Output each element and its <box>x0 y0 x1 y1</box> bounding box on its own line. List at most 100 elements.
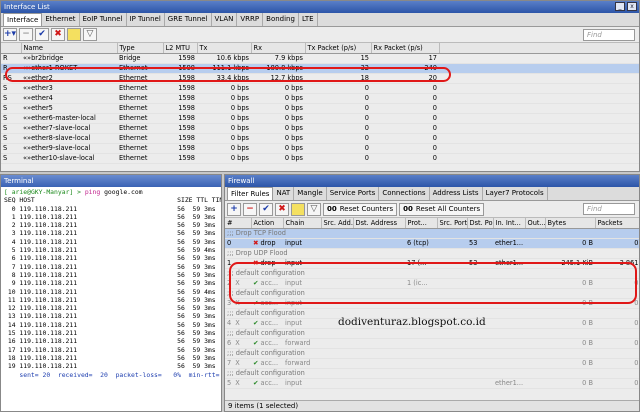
fw-filter-icon[interactable]: ▽ <box>307 202 321 216</box>
reset-counters-button[interactable]: 00 Reset Counters <box>323 202 398 216</box>
fw-column-header[interactable]: Dst. Port <box>467 218 494 229</box>
fw-tab-mangle[interactable]: Mangle <box>294 187 327 200</box>
tab-interface[interactable]: Interface <box>3 13 43 26</box>
fw-column-header[interactable]: Dst. Address <box>353 218 406 229</box>
fw-dst-cell <box>353 378 405 389</box>
column-header[interactable] <box>1 43 22 54</box>
interface-flag-cell: S <box>1 123 21 134</box>
fw-column-header[interactable]: Bytes <box>545 218 596 229</box>
tab-ethernet[interactable]: Ethernet <box>42 13 80 26</box>
fw-tab-filter-rules[interactable]: Filter Rules <box>227 187 274 200</box>
fw-action-cell: ✔ acc... <box>251 298 283 309</box>
fw-chain-cell: forward <box>283 338 321 349</box>
terminal-titlebar[interactable]: Terminal <box>1 175 221 187</box>
fw-comment-row: ;;; default configuration <box>225 288 639 299</box>
remove-button[interactable]: − <box>19 28 33 41</box>
fw-enable-button[interactable]: ✔ <box>259 202 273 216</box>
fw-rule-row[interactable]: 1 ✖ drop input 17 (... 53 ether1... 245.1 KiB 3 … <box>225 258 639 269</box>
fw-bytes-cell: 0 B <box>545 358 595 369</box>
fw-dport-cell: 53 <box>467 258 493 269</box>
interface-name-cell: «»ether10-slave-local <box>21 153 117 164</box>
terminal-window[interactable]: Terminal [ arie@GKY-Manyar] > ping googl… <box>0 174 222 412</box>
interface-mtu-cell: 1598 <box>163 143 197 154</box>
enable-button[interactable]: ✔ <box>35 28 49 41</box>
column-header[interactable]: Tx Packet (p/s) <box>305 43 372 54</box>
tab-vrrp[interactable]: VRRP <box>237 13 264 26</box>
add-button[interactable]: +▾ <box>3 28 17 41</box>
fw-column-header[interactable]: Prot... <box>405 218 438 229</box>
fw-rule-row[interactable]: 0 ✖ drop input 6 (tcp) 53 ether1... 0 B0 <box>225 238 639 249</box>
interface-row[interactable]: S «»ether3 Ethernet 1598 0 bps 0 bps 0 0 <box>1 83 639 94</box>
interface-row[interactable]: R «»br2bridge Bridge 1598 10.6 kbps 7.9 kbps 1… <box>1 53 639 64</box>
column-header[interactable]: Tx <box>197 43 252 54</box>
tab-eoip-tunnel[interactable]: EoIP Tunnel <box>80 13 127 26</box>
rule-number: 4 <box>227 318 232 327</box>
fw-disable-button[interactable]: ✖ <box>275 202 289 216</box>
fw-packets-cell: 0 <box>595 318 639 329</box>
column-header[interactable]: Type <box>117 43 164 54</box>
fw-column-header[interactable]: Chain <box>283 218 322 229</box>
interface-rxp-cell: 20 <box>371 73 439 84</box>
column-header[interactable]: Rx <box>251 43 306 54</box>
fw-rule-row[interactable]: 3 X ✔ acc... input 0 B0 <box>225 298 639 309</box>
firewall-titlebar[interactable]: Firewall <box>225 175 639 187</box>
fw-rule-row[interactable]: 7 X ✔ acc... forward 0 B0 <box>225 358 639 369</box>
fw-out-cell <box>525 318 545 329</box>
interface-list-titlebar[interactable]: Interface List _ x <box>1 1 639 13</box>
interface-row[interactable]: S «»ether7-slave-local Ethernet 1598 0 bps 0 … <box>1 123 639 134</box>
interface-row[interactable]: S «»ether4 Ethernet 1598 0 bps 0 bps 0 0 <box>1 93 639 104</box>
interface-name-cell: «»ether3 <box>21 83 117 94</box>
disable-button[interactable]: ✖ <box>51 28 65 41</box>
fw-tab-connections[interactable]: Connections <box>379 187 430 200</box>
fw-out-cell <box>525 258 545 269</box>
fw-column-header[interactable]: Packets <box>595 218 639 229</box>
fw-add-button[interactable]: + <box>227 202 241 216</box>
fw-chain-cell: input <box>283 298 321 309</box>
tab-ip-tunnel[interactable]: IP Tunnel <box>127 13 165 26</box>
fw-tab-layer7-protocols[interactable]: Layer7 Protocols <box>483 187 548 200</box>
fw-column-header[interactable]: Out... <box>525 218 546 229</box>
fw-rule-row[interactable]: 6 X ✔ acc... forward 0 B0 <box>225 338 639 349</box>
interface-row[interactable]: S «»ether6-master-local Ethernet 1598 0 bps 0… <box>1 113 639 124</box>
fw-bytes-cell: 0 B <box>545 298 595 309</box>
fw-num-cell: 7X <box>225 358 251 369</box>
fw-rule-row[interactable]: 2 X ✔ acc... input 1 (ic... 0 B0 <box>225 278 639 289</box>
interface-row[interactable]: S «»ether8-slave-local Ethernet 1598 0 bps 0 … <box>1 133 639 144</box>
fw-rule-row[interactable]: 5 X ✔ acc... input ether1... 0 B0 <box>225 378 639 389</box>
fw-column-header[interactable]: Src. Port <box>437 218 468 229</box>
tab-bonding[interactable]: Bonding <box>263 13 299 26</box>
rule-flag: X <box>235 298 240 307</box>
fw-tab-service-ports[interactable]: Service Ports <box>327 187 380 200</box>
minimize-icon[interactable]: _ <box>615 2 625 11</box>
tab-vlan[interactable]: VLAN <box>212 13 238 26</box>
interface-row[interactable]: S «»ether5 Ethernet 1598 0 bps 0 bps 0 0 <box>1 103 639 114</box>
rule-action: acc... <box>260 378 279 387</box>
accept-icon: ✔ <box>253 378 259 387</box>
filter-icon[interactable]: ▽ <box>83 28 97 41</box>
fw-comment-button[interactable] <box>291 202 305 216</box>
interface-row[interactable]: R «»ether1 ROKET Ethernet 1598 111.1 kbps 180… <box>1 63 639 74</box>
interface-type-cell: Ethernet <box>117 143 163 154</box>
tab-lte[interactable]: LTE <box>299 13 318 26</box>
column-header[interactable]: L2 MTU <box>163 43 198 54</box>
close-icon[interactable]: x <box>627 2 637 11</box>
fw-column-header[interactable]: Action <box>251 218 284 229</box>
column-header[interactable]: Name <box>21 43 118 54</box>
interface-row[interactable]: RS «»ether2 Ethernet 1598 33.4 kbps 12.7 kbps… <box>1 73 639 84</box>
fw-tab-nat[interactable]: NAT <box>273 187 295 200</box>
interface-row[interactable]: S «»ether10-slave-local Ethernet 1598 0 bps 0… <box>1 153 639 164</box>
interface-filler-cell <box>439 103 639 114</box>
interface-find-input[interactable]: Find <box>583 29 635 41</box>
fw-column-header[interactable]: # <box>225 218 252 229</box>
interface-rx-cell: 0 bps <box>251 143 305 154</box>
interface-row[interactable]: S «»ether9-slave-local Ethernet 1598 0 bps 0 … <box>1 143 639 154</box>
column-header[interactable]: Rx Packet (p/s) <box>371 43 440 54</box>
fw-column-header[interactable]: Src. Add... <box>321 218 354 229</box>
firewall-find-input[interactable]: Find <box>583 203 635 215</box>
tab-gre-tunnel[interactable]: GRE Tunnel <box>165 13 212 26</box>
reset-all-counters-button[interactable]: 00 Reset All Counters <box>399 202 485 216</box>
fw-column-header[interactable]: In. Int... <box>493 218 526 229</box>
fw-remove-button[interactable]: − <box>243 202 257 216</box>
comment-button[interactable] <box>67 28 81 41</box>
fw-tab-address-lists[interactable]: Address Lists <box>430 187 483 200</box>
